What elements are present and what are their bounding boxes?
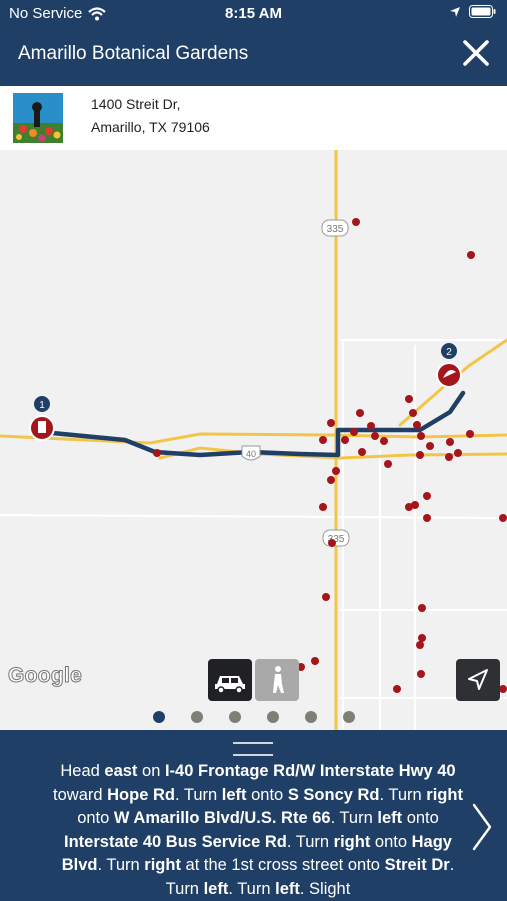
walk-mode-button[interactable] (255, 659, 299, 701)
direction-text: . Turn (174, 785, 222, 804)
route-shield-bottom: 335 (322, 529, 350, 547)
direction-highlight: left (377, 809, 403, 827)
direction-highlight: right (426, 785, 463, 804)
location-thumbnail (13, 93, 63, 143)
direction-highlight: left (275, 879, 300, 898)
direction-highlight: left (203, 879, 229, 898)
walk-icon (273, 666, 284, 693)
direction-highlight: right (333, 832, 371, 851)
battery-icon (469, 5, 496, 18)
direction-highlight: I-40 Frontage Rd/W Interstate Hwy 40 (164, 762, 456, 780)
page-dot[interactable] (191, 711, 203, 723)
svg-text:2: 2 (446, 347, 452, 358)
direction-text: at the 1st cross street onto (180, 856, 385, 874)
interstate-shield: 40 (241, 445, 261, 461)
direction-highlight: east (104, 762, 138, 780)
direction-text: . Slight (299, 879, 351, 898)
direction-text: . Turn (228, 879, 276, 898)
address-row[interactable]: 1400 Streit Dr, Amarillo, TX 79106 (0, 86, 507, 151)
direction-highlight: W Amarillo Blvd/U.S. Rte 66 (113, 809, 331, 827)
page-dot[interactable] (229, 711, 241, 723)
direction-highlight: right (144, 856, 181, 874)
navigation-arrow-icon (468, 669, 488, 690)
direction-text: on (137, 762, 165, 780)
page-dot[interactable] (153, 711, 165, 723)
address-line-2: Amarillo, TX 79106 (91, 119, 210, 135)
location-arrow-icon (450, 6, 460, 17)
clock: 8:15 AM (225, 5, 282, 22)
address-line-1: 1400 Streit Dr, (91, 96, 181, 112)
direction-text: . Turn (286, 832, 334, 851)
map[interactable]: 335 40 335 1 2 Google (0, 150, 507, 730)
page-dot[interactable] (267, 711, 279, 723)
direction-highlight: Streit Dr (384, 856, 450, 874)
direction-text: . Turn (330, 809, 378, 827)
next-chevron-icon[interactable] (471, 802, 493, 852)
direction-text: . Turn (97, 856, 145, 874)
direction-highlight: S Soncy Rd (287, 785, 380, 804)
recenter-location-button[interactable] (456, 659, 500, 701)
car-mode-button[interactable] (208, 659, 252, 701)
direction-text: Head (60, 762, 105, 780)
direction-text: toward (53, 785, 108, 804)
directions-text: Head east on I-40 Frontage Rd/W Intersta… (48, 760, 468, 901)
drag-handle[interactable] (233, 742, 273, 756)
direction-text: onto (402, 809, 439, 827)
directions-panel: Head east on I-40 Frontage Rd/W Intersta… (0, 730, 507, 900)
status-bar: No Service 8:15 AM (0, 0, 507, 26)
direction-highlight: Interstate 40 Bus Service Rd (64, 832, 287, 851)
close-button[interactable] (461, 38, 491, 68)
direction-text: . Turn (379, 785, 427, 804)
start-marker[interactable]: 1 (29, 396, 55, 441)
direction-highlight: Hope Rd (107, 785, 175, 804)
direction-highlight: left (221, 785, 247, 804)
page-title: Amarillo Botanical Gardens (18, 43, 249, 64)
pagination-dots[interactable] (0, 709, 507, 725)
google-logo: Google (7, 664, 83, 688)
page-dot[interactable] (343, 711, 355, 723)
direction-text: onto (77, 809, 114, 827)
svg-text:1: 1 (39, 400, 45, 411)
direction-text: onto (370, 832, 412, 851)
page-dot[interactable] (305, 711, 317, 723)
svg-text:335: 335 (327, 224, 344, 235)
map-canvas[interactable]: 335 40 335 1 2 (0, 150, 507, 730)
car-icon (215, 676, 245, 694)
destination-marker[interactable]: 2 (436, 343, 462, 388)
route-shield-top: 335 (321, 219, 349, 237)
svg-text:40: 40 (246, 449, 256, 459)
direction-text: onto (246, 785, 288, 804)
header: Amarillo Botanical Gardens (0, 26, 507, 86)
